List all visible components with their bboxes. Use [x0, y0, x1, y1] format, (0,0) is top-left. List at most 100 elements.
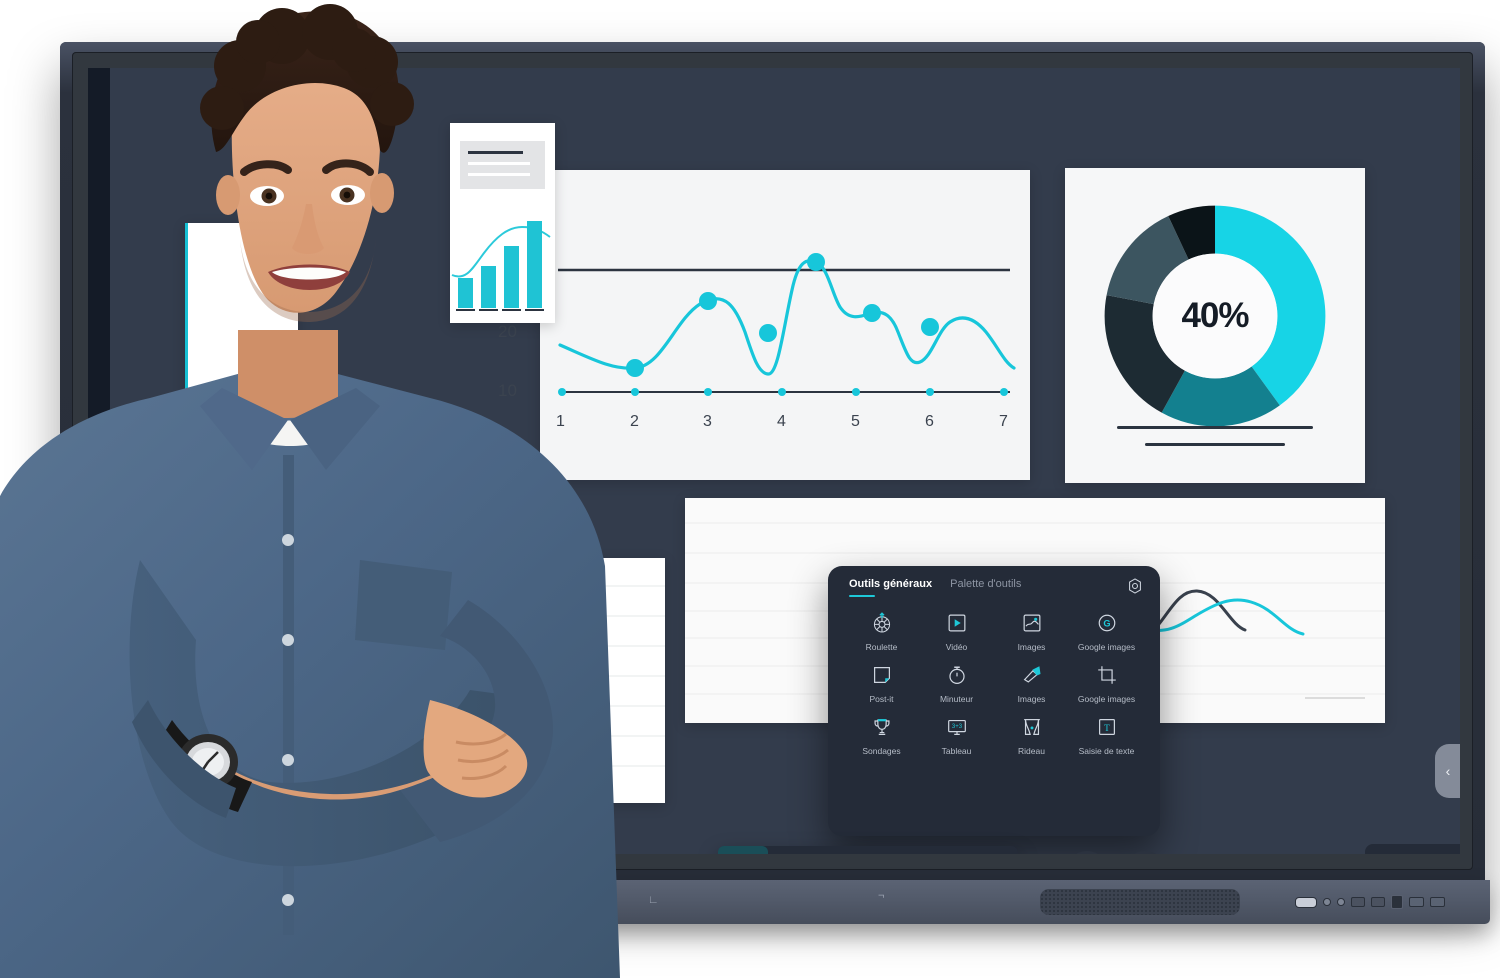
port-panel: [1295, 890, 1445, 914]
tool-label: Images: [1017, 694, 1046, 704]
tool-timer[interactable]: Minuteur: [919, 662, 994, 704]
tool-label: Roulette: [865, 642, 898, 652]
tool-label: Rideau: [1018, 746, 1045, 756]
mini-bar-chart: [451, 221, 551, 311]
tab-palette-outils[interactable]: Palette d'outils: [950, 578, 1021, 597]
tool-eraser[interactable]: Gomme: [818, 846, 868, 854]
undo-button[interactable]: [1065, 851, 1109, 854]
tool-images[interactable]: Images: [994, 610, 1069, 652]
blackboard-icon: 3+3: [944, 714, 970, 740]
x-tick-6: 6: [925, 413, 934, 430]
page-navigator[interactable]: ‹ 1/1 › +: [1365, 844, 1460, 854]
header-line-1: [468, 162, 530, 165]
display-chin: ¬ ∟ ¬: [60, 880, 1490, 924]
line-chart: 20 10 1 2 3 4 5 6 7: [498, 170, 1030, 480]
google-g-icon: G: [1094, 610, 1120, 636]
card-donut-chart[interactable]: 40%: [1065, 168, 1365, 483]
tool-label: Vidéo: [945, 642, 968, 652]
redo-button[interactable]: [1123, 851, 1167, 854]
hidden-bar-chart: [560, 585, 665, 773]
chin-mark-1: ¬: [100, 890, 107, 902]
bottom-toolbar[interactable]: Sélection Stylo: [718, 846, 1018, 854]
svg-text:3+3: 3+3: [951, 724, 962, 730]
x-tick-1: 1: [556, 413, 565, 430]
tool-label: Google images: [1077, 642, 1136, 652]
tool-blackboard[interactable]: 3+3 Tableau: [919, 714, 994, 756]
tools-panel-tabs: Outils généraux Palette d'outils: [849, 578, 1021, 597]
y-tick-20: 20: [498, 322, 517, 341]
hdmi-port: [1370, 897, 1385, 907]
tool-roulette[interactable]: Roulette: [844, 610, 919, 652]
tool-label: Tableau: [941, 746, 972, 756]
spotlight-icon: [1019, 662, 1045, 688]
chin-mark-3: ¬: [878, 890, 885, 902]
av-port: [1350, 897, 1365, 907]
svg-text:G: G: [1103, 619, 1110, 629]
x-tick-7: 7: [999, 413, 1008, 430]
card-line-chart[interactable]: 20 10 1 2 3 4 5 6 7: [498, 170, 1030, 480]
mini-card-header: [460, 141, 545, 189]
card-hidden-left[interactable]: [185, 223, 298, 463]
line-chart-svg: [530, 231, 1016, 396]
display-screen: 20 10 1 2 3 4 5 6 7 40% Outils généraux …: [88, 68, 1460, 854]
sticky-note-icon: [869, 662, 895, 688]
indicator-led: [1323, 898, 1332, 906]
line-series-path: [558, 259, 1016, 376]
text-input-icon: T: [1094, 714, 1120, 740]
tool-pen[interactable]: Stylo: [768, 846, 818, 854]
tool-label: Google images: [1077, 694, 1136, 704]
tool-crop[interactable]: Google images: [1069, 662, 1144, 704]
tool-postit[interactable]: Post-it: [844, 662, 919, 704]
gear-icon[interactable]: [1126, 577, 1144, 595]
roulette-icon: [869, 610, 895, 636]
tool-polls[interactable]: Sondages: [844, 714, 919, 756]
video-play-icon: [944, 610, 970, 636]
line-series-points: [626, 253, 939, 377]
chin-mark-2: ∟: [648, 894, 659, 906]
tool-video[interactable]: Vidéo: [919, 610, 994, 652]
tool-shape[interactable]: Forme: [918, 846, 968, 854]
card-bar-hidden[interactable]: [560, 558, 665, 803]
whiteboard-canvas[interactable]: 20 10 1 2 3 4 5 6 7 40% Outils généraux …: [88, 68, 1460, 854]
donut-underline-1: [1117, 426, 1313, 429]
tool-spotlight[interactable]: Images: [994, 662, 1069, 704]
header-line-2: [468, 173, 530, 176]
board-surface[interactable]: 20 10 1 2 3 4 5 6 7 40% Outils généraux …: [110, 68, 1460, 854]
power-port: [1295, 896, 1318, 908]
tool-curtain[interactable]: Rideau: [994, 714, 1069, 756]
tools-panel[interactable]: Outils généraux Palette d'outils Roulett…: [828, 566, 1160, 836]
speaker-grille: [1040, 889, 1240, 915]
tool-selection[interactable]: Sélection: [718, 846, 768, 854]
tool-more[interactable]: Outils: [968, 846, 1018, 854]
tools-grid: Roulette Vidéo Images G Google images Po…: [844, 610, 1144, 756]
tool-label: Saisie de texte: [1078, 746, 1135, 756]
sensor-dot: [1337, 898, 1345, 906]
tool-google-images[interactable]: G Google images: [1069, 610, 1144, 652]
tool-label: Post-it: [869, 694, 894, 704]
x-tick-4: 4: [777, 413, 786, 430]
curtain-icon: [1019, 714, 1045, 740]
timer-icon: [944, 662, 970, 688]
x-tick-5: 5: [851, 413, 860, 430]
header-line-dark: [468, 151, 523, 154]
x-tick-3: 3: [703, 413, 712, 430]
side-drawer-handle[interactable]: ‹: [1435, 744, 1460, 798]
tool-zoom[interactable]: Zoom: [868, 846, 918, 854]
image-icon: [1019, 610, 1045, 636]
tool-label: Images: [1017, 642, 1046, 652]
tab-outils-generaux[interactable]: Outils généraux: [849, 578, 932, 597]
screenshot-stage: 20 10 1 2 3 4 5 6 7 40% Outils généraux …: [0, 0, 1500, 978]
usb-port-2: [1429, 897, 1445, 907]
trophy-icon: [869, 714, 895, 740]
y-tick-10: 10: [498, 381, 517, 400]
svg-text:T: T: [1104, 723, 1110, 733]
crop-icon: [1094, 662, 1120, 688]
x-tick-2: 2: [630, 413, 639, 430]
tool-text-input[interactable]: T Saisie de texte: [1069, 714, 1144, 756]
chevron-left-icon: ‹: [1445, 763, 1451, 779]
usb-port-1: [1408, 897, 1424, 907]
touch-port: [1390, 895, 1403, 909]
donut-underline-2: [1145, 443, 1285, 446]
donut-center-label: 40%: [1181, 296, 1249, 335]
card-bar-mini[interactable]: [450, 123, 555, 323]
